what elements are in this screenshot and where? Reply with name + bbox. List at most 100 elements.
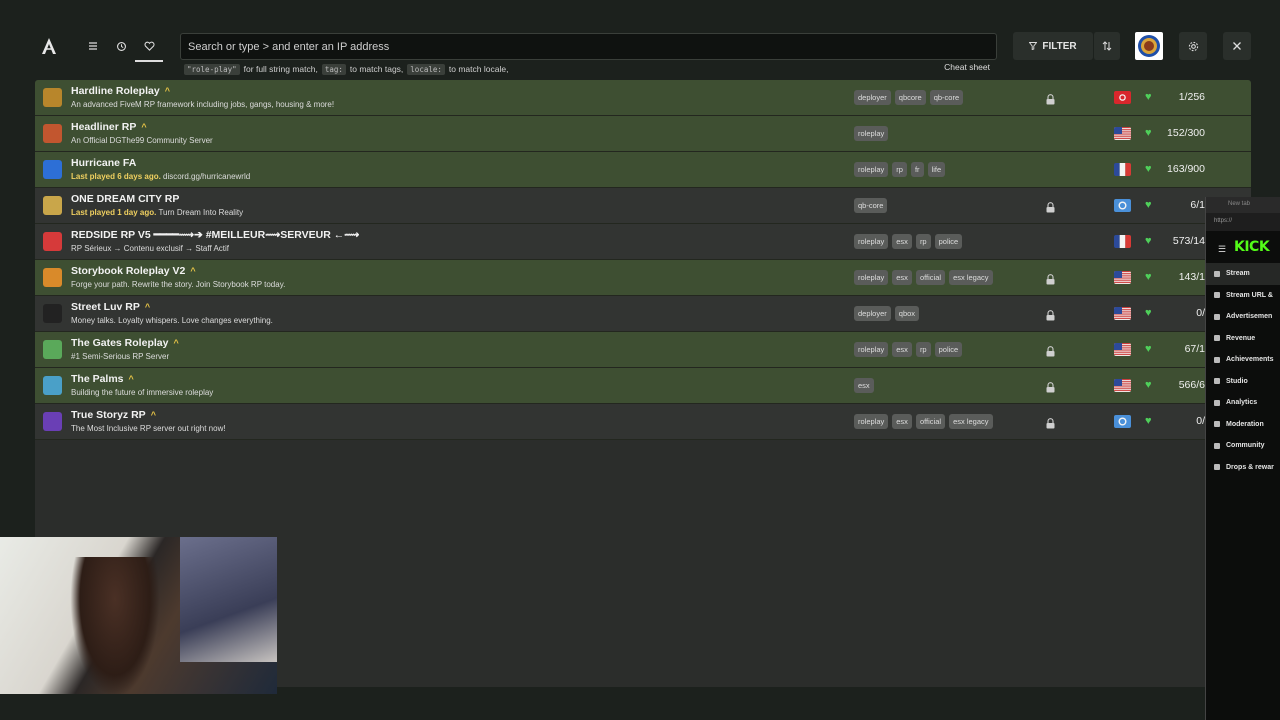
- server-tag[interactable]: rp: [915, 342, 931, 357]
- server-tag[interactable]: roleplay: [854, 342, 889, 357]
- lock-icon: [1046, 272, 1055, 285]
- server-row[interactable]: Storybook Roleplay V2 ^ Forge your path. R…: [35, 260, 1251, 296]
- online-heart-icon: ♥: [1145, 379, 1152, 391]
- locale-flag-icon: [1114, 91, 1131, 104]
- server-tag[interactable]: roleplay: [854, 270, 889, 285]
- search-input[interactable]: [180, 33, 997, 60]
- side-nav-item[interactable]: Advertisemen: [1206, 306, 1280, 328]
- server-description: Last played 6 days ago. discord.gg/hurri…: [71, 172, 250, 181]
- server-icon: [43, 376, 62, 395]
- filter-button[interactable]: FILTER: [1013, 32, 1093, 60]
- server-name-text: REDSIDE RP V5 ━━━━⟿➔ #MEILLEUR⟿SERVEUR ←…: [71, 229, 360, 241]
- side-nav-item[interactable]: Community: [1206, 435, 1280, 457]
- server-tag[interactable]: roleplay: [854, 162, 889, 177]
- server-name-text: Headliner RP: [71, 121, 137, 133]
- lock-icon: [1046, 380, 1055, 393]
- user-avatar[interactable]: [1135, 32, 1163, 60]
- player-count: 1/256: [1178, 91, 1205, 103]
- server-tag[interactable]: qbox: [894, 306, 920, 321]
- server-name-text: Street Luv RP: [71, 301, 140, 313]
- player-count: 163/900: [1167, 163, 1205, 175]
- kick-logo[interactable]: KICK: [1234, 239, 1270, 255]
- server-tag[interactable]: esx: [892, 342, 912, 357]
- side-browser-tab[interactable]: New tab: [1206, 197, 1280, 213]
- server-row[interactable]: True Storyz RP ^ The Most Inclusive RP ser…: [35, 404, 1251, 440]
- server-tag[interactable]: qb-core: [929, 90, 964, 105]
- server-tag[interactable]: qb-core: [854, 198, 888, 213]
- server-tag[interactable]: roleplay: [854, 126, 889, 141]
- server-row[interactable]: ONE DREAM CITY RP Last played 1 day ago. …: [35, 188, 1251, 224]
- player-count: 566/6: [1178, 379, 1205, 391]
- server-description: Building the future of immersive rolepla…: [71, 388, 213, 397]
- server-tag[interactable]: police: [934, 234, 963, 249]
- server-tag[interactable]: roleplay: [854, 234, 889, 249]
- lock-icon: [1046, 92, 1055, 105]
- server-tags: deployer qbcore qb-core: [854, 90, 964, 105]
- cheat-sheet-link[interactable]: Cheat sheet: [944, 62, 990, 72]
- side-nav-item[interactable]: Stream URL &: [1206, 285, 1280, 307]
- close-button[interactable]: [1223, 32, 1251, 60]
- server-tag[interactable]: qbcore: [894, 90, 926, 105]
- server-tag[interactable]: deployer: [854, 90, 891, 105]
- hint-text: to match locale,: [448, 64, 509, 74]
- side-nav-item[interactable]: Analytics: [1206, 392, 1280, 414]
- hamburger-icon[interactable]: ☰: [1218, 244, 1226, 255]
- side-nav-icon: [1214, 335, 1220, 342]
- side-browser-url[interactable]: https://: [1206, 213, 1280, 231]
- boost-chevron-icon: ^: [173, 338, 179, 348]
- boost-chevron-icon: ^: [190, 266, 196, 276]
- server-name: Hurricane FA: [71, 157, 136, 169]
- server-tag[interactable]: esx: [854, 378, 874, 393]
- side-nav-label: Revenue: [1226, 334, 1256, 342]
- online-heart-icon: ♥: [1145, 235, 1152, 247]
- side-nav-item[interactable]: Stream: [1206, 263, 1280, 285]
- server-tags: roleplay esx official esx legacy: [854, 414, 993, 429]
- server-tag[interactable]: roleplay: [854, 414, 889, 429]
- side-nav: Stream Stream URL & Advertisemen Revenue Ach…: [1206, 263, 1280, 478]
- server-tag[interactable]: life: [927, 162, 946, 177]
- side-nav-label: Stream URL &: [1226, 291, 1273, 299]
- server-tag[interactable]: police: [934, 342, 963, 357]
- server-icon: [43, 340, 62, 359]
- menu-icon[interactable]: [83, 36, 103, 56]
- side-nav-item[interactable]: Revenue: [1206, 328, 1280, 350]
- server-name-text: ONE DREAM CITY RP: [71, 193, 180, 205]
- server-row[interactable]: Headliner RP ^ An Official DGThe99 Communi…: [35, 116, 1251, 152]
- description-text: Turn Dream Into Reality: [158, 208, 244, 217]
- favorites-heart-icon[interactable]: [139, 36, 159, 56]
- server-tag[interactable]: esx: [892, 270, 912, 285]
- server-tag[interactable]: esx: [892, 234, 912, 249]
- server-row[interactable]: Hurricane FA Last played 6 days ago. disc…: [35, 152, 1251, 188]
- settings-button[interactable]: [1179, 32, 1207, 60]
- server-tag[interactable]: deployer: [854, 306, 891, 321]
- active-tab-indicator: [135, 60, 163, 62]
- server-tag[interactable]: esx: [892, 414, 912, 429]
- side-nav-item[interactable]: Studio: [1206, 371, 1280, 393]
- side-nav-item[interactable]: Achievements: [1206, 349, 1280, 371]
- server-tag[interactable]: esx legacy: [949, 414, 993, 429]
- server-tags: roleplay: [854, 126, 889, 141]
- server-tag[interactable]: rp: [892, 162, 907, 177]
- side-nav-item[interactable]: Drops & rewar: [1206, 457, 1280, 479]
- server-row[interactable]: Street Luv RP ^ Money talks. Loyalty whisp…: [35, 296, 1251, 332]
- boost-chevron-icon: ^: [128, 374, 134, 384]
- player-count: 152/300: [1167, 127, 1205, 139]
- server-tag[interactable]: official: [915, 414, 946, 429]
- side-nav-item[interactable]: Moderation: [1206, 414, 1280, 436]
- server-tag[interactable]: official: [915, 270, 946, 285]
- server-row[interactable]: REDSIDE RP V5 ━━━━⟿➔ #MEILLEUR⟿SERVEUR ←…: [35, 224, 1251, 260]
- side-nav-icon: [1214, 442, 1220, 449]
- app-logo-icon[interactable]: [40, 36, 58, 56]
- server-tag[interactable]: rp: [915, 234, 931, 249]
- server-row[interactable]: Hardline Roleplay ^ An advanced FiveM RP f…: [35, 80, 1251, 116]
- server-row[interactable]: The Palms ^ Building the future of immersi…: [35, 368, 1251, 404]
- locale-flag-icon: [1114, 307, 1131, 320]
- server-tag[interactable]: fr: [910, 162, 924, 177]
- server-tag[interactable]: esx legacy: [949, 270, 993, 285]
- server-row[interactable]: The Gates Roleplay ^ #1 Semi-Serious RP Se…: [35, 332, 1251, 368]
- lock-icon: [1046, 344, 1055, 357]
- history-icon[interactable]: [111, 36, 131, 56]
- online-heart-icon: ♥: [1145, 343, 1152, 355]
- server-tags: roleplay esx rp police: [854, 234, 963, 249]
- sort-button[interactable]: [1093, 32, 1120, 60]
